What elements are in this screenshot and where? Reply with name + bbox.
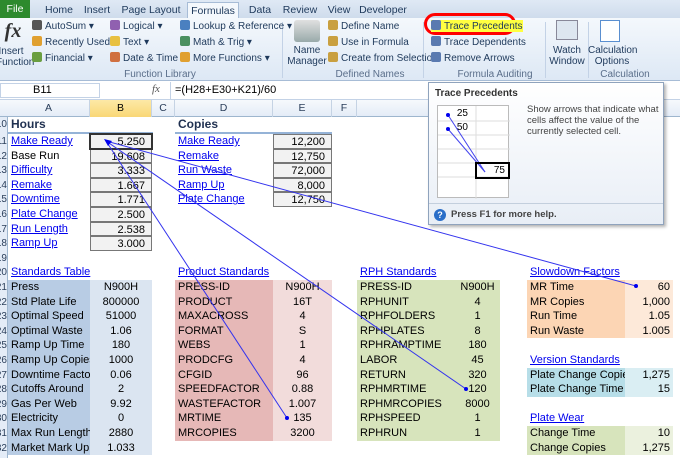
tooltip-description: Show arrows that indicate what cells aff… [527, 104, 659, 137]
tooltip-title: Trace Precedents [435, 88, 518, 99]
arrow-from-e30[interactable] [105, 140, 288, 419]
example-arrow-dot [446, 127, 450, 131]
arrow-from-h28[interactable] [105, 140, 467, 390]
help-icon: ? [434, 209, 446, 221]
example-grid [438, 106, 510, 199]
tooltip-example-image: 25 50 75 [437, 105, 510, 199]
example-value: 25 [456, 108, 468, 119]
example-arrow-dot [446, 113, 450, 117]
example-value: 75 [493, 165, 505, 176]
arrow-origin-dot [285, 416, 289, 420]
example-value: 50 [456, 122, 468, 133]
trace-arrows [104, 139, 638, 420]
tooltip-help-text: Press F1 for more help. [451, 209, 557, 220]
arrow-origin-dot [634, 284, 638, 288]
arrow-origin-dot [464, 387, 468, 391]
divider [429, 203, 663, 204]
tooltip-trace-precedents: Trace Precedents 25 50 75 Show arrows th… [428, 82, 664, 225]
